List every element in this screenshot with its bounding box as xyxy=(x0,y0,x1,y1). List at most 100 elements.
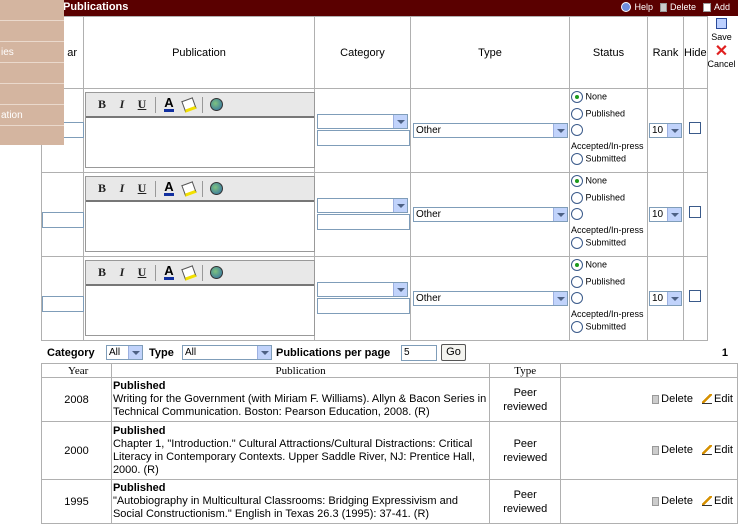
status-radio-published[interactable] xyxy=(571,276,583,288)
menu-item[interactable] xyxy=(0,0,64,21)
menu-item[interactable] xyxy=(0,21,64,42)
pencil-icon xyxy=(702,495,713,506)
rich-text-editor[interactable]: B I U A xyxy=(85,92,315,168)
status-radio-submitted[interactable] xyxy=(571,153,583,165)
toolbar-separator xyxy=(155,264,156,281)
status-radio-submitted[interactable] xyxy=(571,321,583,333)
type-select[interactable]: Other xyxy=(413,207,568,222)
status-radio-published[interactable] xyxy=(571,108,583,120)
row-delete-button[interactable]: Delete xyxy=(652,393,693,405)
status-radio-published[interactable] xyxy=(571,192,583,204)
go-button[interactable]: Go xyxy=(441,344,466,361)
category-input[interactable] xyxy=(317,298,410,314)
category-filter-select[interactable]: All xyxy=(106,345,143,360)
row-delete-button[interactable]: Delete xyxy=(652,444,693,456)
row-edit-button[interactable]: Edit xyxy=(702,495,733,507)
row-edit-button[interactable]: Edit xyxy=(702,444,733,456)
highlight-button[interactable] xyxy=(179,264,199,282)
hide-checkbox[interactable] xyxy=(689,206,701,218)
row-edit-button[interactable]: Edit xyxy=(702,393,733,405)
underline-button[interactable]: U xyxy=(132,180,152,198)
rank-select[interactable]: 10 xyxy=(649,123,682,138)
insert-link-button[interactable] xyxy=(206,180,226,198)
italic-button[interactable]: I xyxy=(112,180,132,198)
insert-link-button[interactable] xyxy=(206,96,226,114)
status-radio-accepted[interactable] xyxy=(571,292,583,304)
font-color-button[interactable]: A xyxy=(159,264,179,282)
chevron-down-icon xyxy=(128,346,142,359)
globe-link-icon xyxy=(209,98,223,111)
underline-button[interactable]: U xyxy=(132,264,152,282)
status-radio-none[interactable] xyxy=(571,259,583,271)
chevron-down-icon xyxy=(553,124,567,137)
save-disk-icon xyxy=(716,18,727,29)
highlight-button[interactable] xyxy=(179,96,199,114)
category-select[interactable] xyxy=(317,282,408,297)
menu-item[interactable] xyxy=(0,63,64,84)
toolbar-separator xyxy=(202,264,203,281)
category-select[interactable] xyxy=(317,198,408,213)
globe-link-icon xyxy=(209,266,223,279)
italic-button[interactable]: I xyxy=(112,96,132,114)
rank-select[interactable]: 10 xyxy=(649,207,682,222)
row-year: 1995 xyxy=(41,479,112,524)
list-header-row: Year Publication Type xyxy=(41,363,738,378)
row-year: 2000 xyxy=(41,421,112,480)
menu-item[interactable]: ation xyxy=(0,105,64,126)
rank-select[interactable]: 10 xyxy=(649,291,682,306)
category-input[interactable] xyxy=(317,130,410,146)
bold-button[interactable]: B xyxy=(92,180,112,198)
type-select[interactable]: Other xyxy=(413,291,568,306)
hide-checkbox[interactable] xyxy=(689,122,701,134)
add-button[interactable]: Add xyxy=(702,2,730,12)
cancel-x-icon: ✕ xyxy=(714,43,729,60)
year-input[interactable] xyxy=(42,212,84,228)
header-actions: Help Delete Add xyxy=(621,2,730,12)
row-actions: Delete Edit xyxy=(560,479,738,524)
font-color-button[interactable]: A xyxy=(159,180,179,198)
col-publication: Publication xyxy=(83,16,315,89)
font-color-icon: A xyxy=(164,95,174,112)
status-radio-none[interactable] xyxy=(571,175,583,187)
type-filter-label: Type xyxy=(149,347,174,359)
editor-toolbar: B I U A xyxy=(86,93,314,118)
status-radio-submitted[interactable] xyxy=(571,237,583,249)
publications-list-table: Year Publication Type 2008 Published Writ… xyxy=(41,363,738,524)
year-input[interactable] xyxy=(42,296,84,312)
save-button[interactable]: Save xyxy=(705,18,738,42)
insert-link-button[interactable] xyxy=(206,264,226,282)
font-color-button[interactable]: A xyxy=(159,96,179,114)
row-publication: Published Chapter 1, "Introduction." Cult… xyxy=(110,421,491,480)
editor-toolbar: B I U A xyxy=(86,261,314,286)
rich-text-editor[interactable]: B I U A xyxy=(85,260,315,336)
per-page-input[interactable]: 5 xyxy=(401,345,437,361)
menu-item[interactable] xyxy=(0,84,64,105)
bold-button[interactable]: B xyxy=(92,264,112,282)
delete-all-button[interactable]: Delete xyxy=(659,2,696,12)
table-row: 2008 Published Writing for the Government… xyxy=(41,377,738,422)
underline-button[interactable]: U xyxy=(132,96,152,114)
category-select[interactable] xyxy=(317,114,408,129)
status-radio-accepted[interactable] xyxy=(571,124,583,136)
cancel-button[interactable]: ✕ Cancel xyxy=(705,43,738,70)
font-color-icon: A xyxy=(164,263,174,280)
type-select[interactable]: Other xyxy=(413,123,568,138)
category-filter-label: Category xyxy=(47,347,95,359)
status-radio-none[interactable] xyxy=(571,91,583,103)
chevron-down-icon xyxy=(667,208,681,221)
italic-button[interactable]: I xyxy=(112,264,132,282)
chevron-down-icon xyxy=(257,346,271,359)
chevron-down-icon xyxy=(553,292,567,305)
row-delete-button[interactable]: Delete xyxy=(652,495,693,507)
menu-item[interactable]: ies xyxy=(0,42,64,63)
type-filter-select[interactable]: All xyxy=(182,345,272,360)
highlight-button[interactable] xyxy=(179,180,199,198)
rich-text-editor[interactable]: B I U A xyxy=(85,176,315,252)
category-input[interactable] xyxy=(317,214,410,230)
table-row: 1995 Published "Autobiography in Multicul… xyxy=(41,479,738,524)
status-radio-accepted[interactable] xyxy=(571,208,583,220)
hide-checkbox[interactable] xyxy=(689,290,701,302)
bold-button[interactable]: B xyxy=(92,96,112,114)
nav-flyout-menu: ies ation xyxy=(0,0,64,145)
help-button[interactable]: Help xyxy=(621,2,653,12)
